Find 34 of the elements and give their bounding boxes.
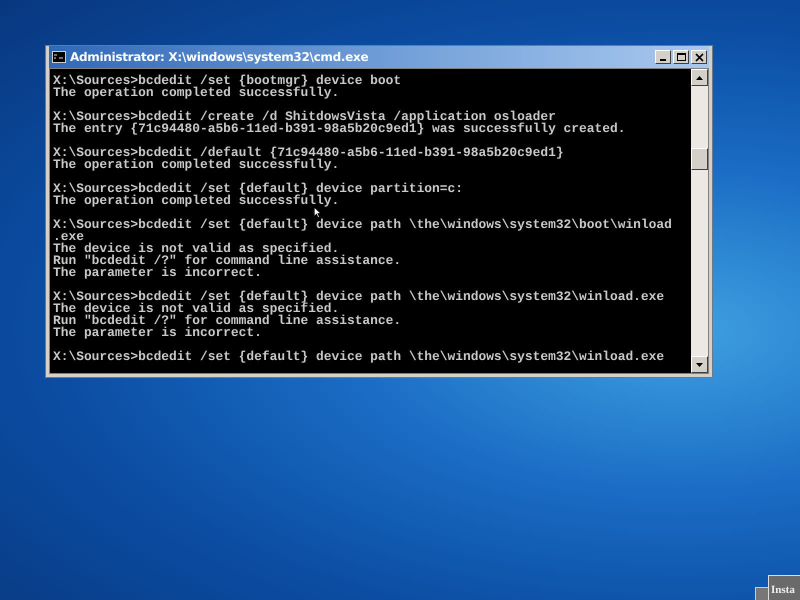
- close-button[interactable]: [691, 50, 707, 64]
- up-arrow-icon: [696, 76, 703, 80]
- console-line: The parameter is incorrect.: [53, 327, 263, 339]
- mouse-pointer-icon: [314, 207, 321, 218]
- console-line: The device is not valid as specified.: [53, 303, 340, 315]
- scrollbar[interactable]: [691, 69, 708, 373]
- maximize-button[interactable]: [673, 50, 689, 64]
- maximize-icon: [676, 52, 686, 62]
- console-line: Run "bcdedit /?" for command line assistance.: [53, 315, 402, 327]
- console-line: X:\Sources>bcdedit /default {71c94480-a5b6-11ed-b391-98a5b20c9ed1}: [53, 147, 565, 159]
- console-line: X:\Sources>bcdedit /set {bootmgr} device boot: [53, 75, 402, 87]
- window-title: Insta: [771, 584, 795, 596]
- console-icon: [52, 51, 66, 63]
- scroll-up-button[interactable]: [691, 69, 708, 86]
- console-line: The entry {71c94480-a5b6-11ed-b391-98a5b20c9ed1} was successfully created.: [53, 123, 626, 135]
- minimize-icon: [660, 59, 666, 61]
- console-line: The device is not valid as specified.: [53, 243, 340, 255]
- console-line: The operation completed successfully.: [53, 87, 340, 99]
- close-icon: [694, 52, 704, 62]
- console-line: The operation completed successfully.: [53, 195, 340, 207]
- console-line: X:\Sources>bcdedit /set {default} device partition=c:: [53, 183, 464, 195]
- console-line: The operation completed successfully.: [53, 159, 340, 171]
- console-line: Run "bcdedit /?" for command line assistance.: [53, 255, 402, 267]
- minimize-button[interactable]: [655, 50, 671, 64]
- console-line: X:\Sources>bcdedit /create /d ShitdowsVista /application osloader: [53, 111, 557, 123]
- console-line: X:\Sources>bcdedit /set {default} device path \the\windows\system32\winload.exe: [53, 351, 666, 363]
- down-arrow-icon: [696, 362, 703, 366]
- scrollbar-thumb[interactable]: [691, 148, 708, 170]
- console-line: X:\Sources>bcdedit /set {default} device path \the\windows\system32\boot\winload: [53, 219, 673, 231]
- scroll-down-button[interactable]: [691, 356, 708, 373]
- console-line: X:\Sources>bcdedit /set {default} device path \the\windows\system32\winload.exe: [53, 291, 666, 303]
- console-line: The parameter is incorrect.: [53, 267, 263, 279]
- window-title: Administrator: X:\windows\system32\cmd.exe: [70, 50, 370, 64]
- console-line: .exe: [53, 231, 84, 243]
